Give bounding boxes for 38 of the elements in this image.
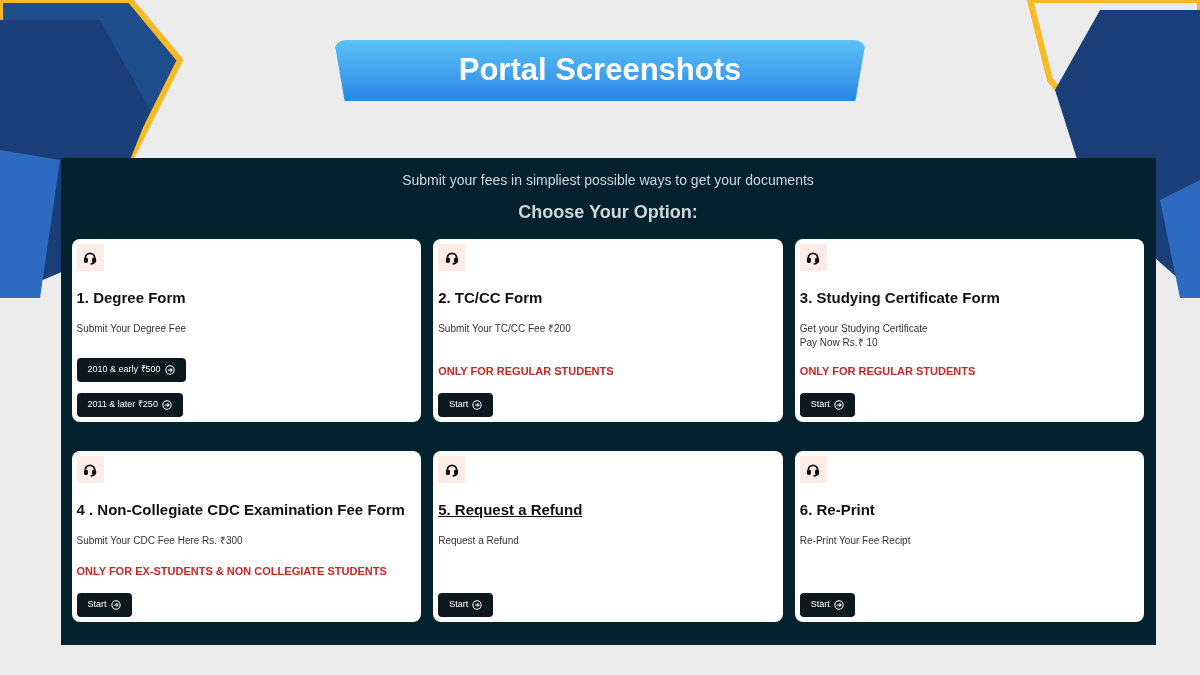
card-description: Get your Studying Certificate Pay Now Rs.₹ 10 (799, 321, 928, 350)
card-description: Submit Your Degree Fee (76, 321, 186, 336)
subtitle: Submit your fees in simpliest possible ways to get your documents (402, 171, 814, 190)
notice-text: ONLY FOR REGULAR STUDENTS (438, 363, 614, 379)
action-button[interactable]: Start (799, 593, 855, 617)
action-button[interactable]: Start (76, 593, 132, 617)
arrow-circle-icon (833, 600, 844, 610)
headset-icon (83, 250, 97, 265)
action-button[interactable]: 2011 & later ₹250 (76, 393, 183, 417)
card-description: Re-Print Your Fee Recipt (799, 533, 911, 548)
arrow-circle-icon (472, 400, 483, 410)
card-description: Submit Your CDC Fee Here Rs. ₹300 (76, 533, 243, 548)
panel-heading: Choose Your Option: (518, 201, 698, 224)
notice-text: ONLY FOR REGULAR STUDENTS (799, 363, 976, 379)
headset-icon (83, 462, 97, 477)
action-button[interactable]: Start (438, 593, 494, 617)
action-button[interactable]: Start (438, 393, 494, 417)
headset-icon (444, 462, 459, 477)
card-title: 1. Degree Form (76, 288, 186, 308)
arrow-circle-icon (833, 400, 844, 410)
card-title: 2. TC/CC Form (438, 288, 543, 308)
title-link[interactable]: 5. Request a Refund (438, 499, 583, 522)
card-title: 4 . Non-Collegiate CDC Examination Fee Form (76, 500, 405, 520)
arrow-circle-icon (472, 600, 483, 610)
card-title: 3. Studying Certificate Form (799, 288, 1000, 308)
notice-text: ONLY FOR EX-STUDENTS & NON COLLEGIATE STUDENTS (76, 563, 387, 579)
headset-icon (444, 250, 459, 265)
arrow-circle-icon (110, 600, 121, 610)
headset-icon (806, 462, 821, 477)
arrow-circle-icon (164, 365, 175, 375)
action-button[interactable]: Start (799, 393, 855, 417)
card-title: 6. Re-Print (799, 500, 875, 520)
card-description: Submit Your TC/CC Fee ₹200 (438, 321, 571, 336)
banner-title: Portal Screenshots (334, 40, 866, 101)
action-button[interactable]: 2010 & early ₹500 (76, 358, 186, 382)
arrow-circle-icon (161, 400, 172, 410)
card-description: Request a Refund (438, 533, 519, 548)
headset-icon (806, 250, 821, 265)
